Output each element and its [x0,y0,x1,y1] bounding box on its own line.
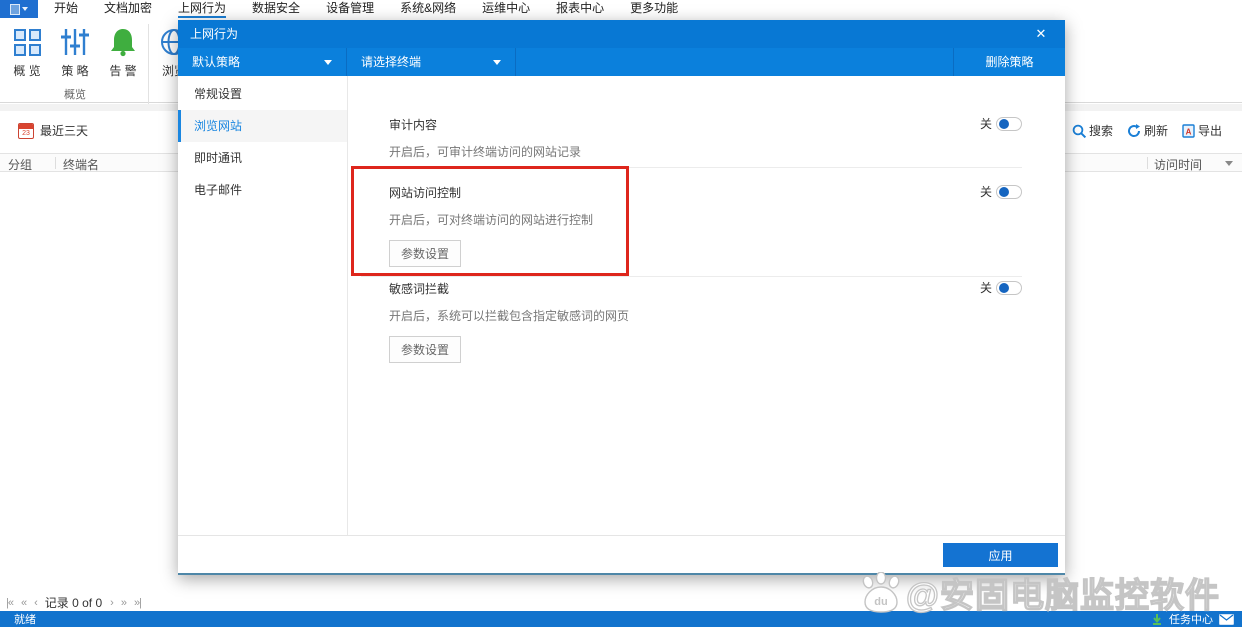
close-icon[interactable]: ✕ [1029,20,1053,48]
last-page-button[interactable]: »| [134,597,142,609]
pagination-bar: |« « ‹ 记录 0 of 0 › » »| [6,594,142,611]
ribbon-button-policy[interactable]: 策 略 [52,24,98,79]
export-file-icon: A [1182,123,1195,138]
date-range-label: 最近三天 [40,124,89,138]
section-description: 开启后，可审计终端访问的网站记录 [389,145,582,159]
svg-text:A: A [1186,127,1192,136]
policy-dropdown[interactable]: 默认策略 [178,48,347,76]
mail-icon[interactable] [1219,613,1234,625]
refresh-button[interactable]: 刷新 [1127,122,1168,139]
app-window: 开始 文档加密 上网行为 数据安全 设备管理 系统&网络 运维中心 报表中心 更… [0,0,1242,627]
section-description: 开启后，可对终端访问的网站进行控制 [389,213,594,227]
dialog-content: 审计内容 开启后，可审计终端访问的网站记录 关 网站访问控制 开启后，可对终端访… [349,76,1065,535]
section-title: 审计内容 [389,118,438,132]
paw-icon: du [862,571,900,613]
svg-text:du: du [874,596,887,608]
sidebar-item-general-settings[interactable]: 常规设置 [178,78,347,110]
search-icon [1072,124,1086,138]
terminal-dropdown[interactable]: 请选择终端 [347,48,516,76]
chevron-down-icon [22,7,28,11]
section-divider [361,167,1022,168]
task-center-button[interactable]: 任务中心 [1169,611,1213,627]
dialog-title-bar: 上网行为 ✕ [178,20,1065,48]
section-audit-content: 审计内容 开启后，可审计终端访问的网站记录 关 [389,116,1022,160]
column-separator [1147,157,1148,169]
section-description: 开启后，系统可以拦截包含指定敏感词的网页 [389,309,630,323]
search-button[interactable]: 搜索 [1072,122,1113,139]
menubar: 开始 文档加密 上网行为 数据安全 设备管理 系统&网络 运维中心 报表中心 更… [0,0,1242,18]
menu-item-more[interactable]: 更多功能 [630,0,678,18]
section-title: 网站访问控制 [389,186,462,200]
menu-item-system-network[interactable]: 系统&网络 [400,0,456,18]
ribbon-button-overview[interactable]: 概 览 [4,24,50,79]
app-icon [10,3,20,15]
sensitive-word-toggle[interactable] [996,280,1022,295]
status-ready-label: 就绪 [14,614,36,626]
menu-item-doc-encrypt[interactable]: 文档加密 [104,0,152,18]
alert-bell-icon [111,29,135,57]
dialog-footer: 应用 [178,535,1065,573]
download-arrow-icon [1153,614,1161,625]
prev-group-button[interactable]: « [21,597,27,609]
menu-item-start[interactable]: 开始 [54,0,78,18]
section-divider [361,276,1022,277]
web-behavior-dialog: 上网行为 ✕ 默认策略 请选择终端 删除策略 常规设置 浏览网站 即时通讯 电子… [178,20,1065,575]
ribbon-button-alert[interactable]: 告 警 [100,24,146,79]
chevron-down-icon [324,60,332,65]
calendar-icon: 23 [18,122,34,139]
overview-grid-icon [13,28,41,56]
delete-policy-button[interactable]: 删除策略 [953,48,1065,76]
section-sensitive-word-block: 敏感词拦截 开启后，系统可以拦截包含指定敏感词的网页 参数设置 关 [389,280,1022,363]
menu-item-ops-center[interactable]: 运维中心 [482,0,530,18]
chevron-down-icon[interactable] [1225,161,1233,166]
status-bar: 就绪 任务中心 [0,611,1242,627]
next-group-button[interactable]: » [121,597,127,609]
dialog-filter-bar: 默认策略 请选择终端 删除策略 [178,48,1065,76]
chevron-down-icon [493,60,501,65]
watermark-text: @安固电脑监控软件 [905,576,1220,615]
website-access-toggle[interactable] [996,184,1022,199]
dialog-sidebar: 常规设置 浏览网站 即时通讯 电子邮件 [178,76,348,535]
menu-item-report-center[interactable]: 报表中心 [556,0,604,18]
menu-item-device-mgmt[interactable]: 设备管理 [326,0,374,18]
column-separator [55,157,56,169]
menu-item-web-behavior[interactable]: 上网行为 [178,0,227,18]
column-header-visit-time[interactable]: 访问时间 [1154,156,1202,173]
refresh-icon [1127,123,1140,137]
params-settings-button[interactable]: 参数设置 [389,336,462,363]
sidebar-item-email[interactable]: 电子邮件 [178,174,347,206]
sidebar-item-instant-messaging[interactable]: 即时通讯 [178,142,347,174]
ribbon-group-label: 概览 [64,89,86,101]
date-range-filter[interactable]: 23 最近三天 [18,122,88,139]
sidebar-item-browse-websites[interactable]: 浏览网站 [178,110,347,142]
audit-content-toggle[interactable] [996,116,1022,131]
watermark: du @安固电脑监控软件 [858,568,1220,617]
section-title: 敏感词拦截 [389,282,450,296]
app-menu-button[interactable] [0,0,38,18]
column-header-group[interactable]: 分组 [8,156,32,173]
export-button[interactable]: A 导出 [1182,122,1222,139]
record-count-label: 记录 0 of 0 [44,596,103,610]
menu-item-data-security[interactable]: 数据安全 [252,0,300,18]
params-settings-button[interactable]: 参数设置 [389,240,462,267]
section-website-access-control: 网站访问控制 开启后，可对终端访问的网站进行控制 参数设置 关 [389,184,1022,267]
policy-sliders-icon [61,29,89,55]
column-header-terminal[interactable]: 终端名 [63,156,99,173]
first-page-button[interactable]: |« [6,597,14,609]
dialog-title: 上网行为 [190,27,239,41]
prev-page-button[interactable]: ‹ [34,597,38,609]
next-page-button[interactable]: › [110,597,114,609]
apply-button[interactable]: 应用 [943,543,1058,567]
